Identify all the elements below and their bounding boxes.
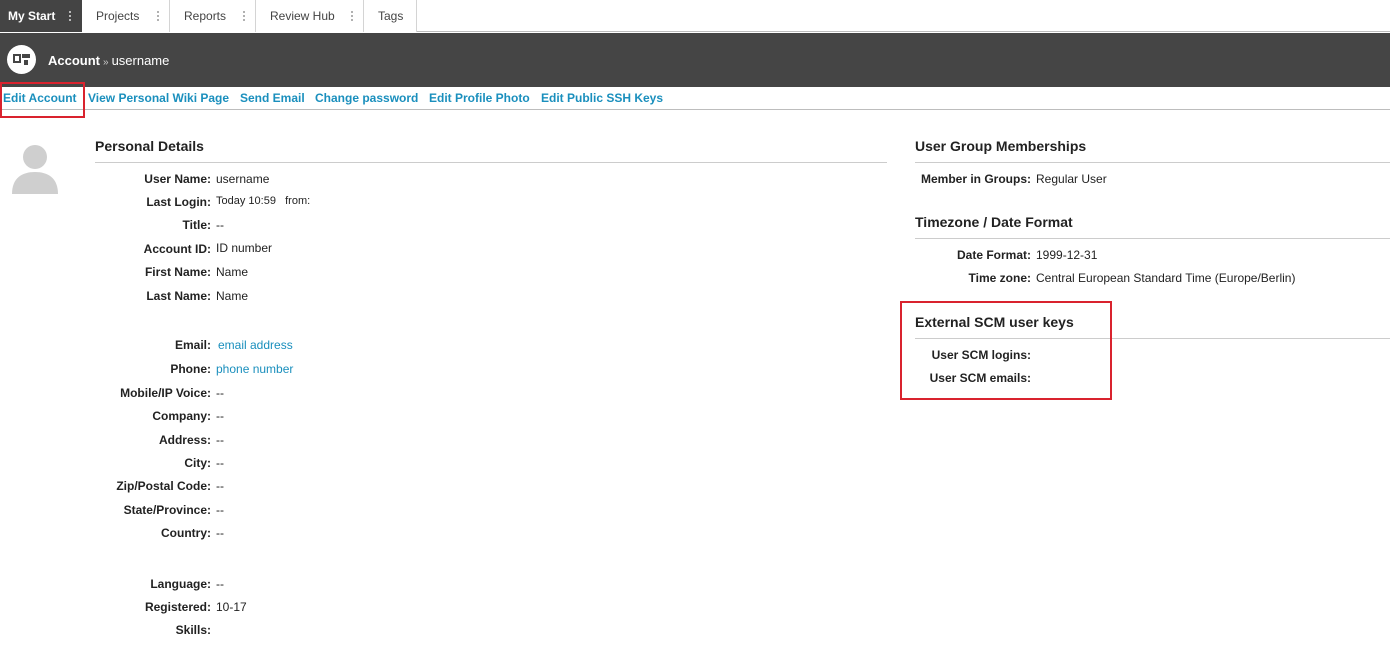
page-header: Account» username bbox=[0, 33, 1390, 87]
title-value: -- bbox=[216, 218, 224, 232]
language-label: Language: bbox=[150, 577, 211, 591]
app-logo-icon[interactable] bbox=[7, 45, 36, 74]
highlight-edit-account bbox=[0, 82, 85, 118]
first-name-label: First Name: bbox=[144, 265, 211, 279]
tab-projects[interactable]: Projects bbox=[82, 0, 170, 32]
country-value: -- bbox=[216, 526, 224, 540]
tab-reports[interactable]: Reports bbox=[170, 0, 256, 32]
kebab-menu-icon[interactable] bbox=[243, 11, 245, 21]
city-value: -- bbox=[216, 456, 224, 470]
member-groups-value: Regular User bbox=[1036, 172, 1107, 186]
account-action-bar: Edit Account View Personal Wiki Page Sen… bbox=[0, 87, 1390, 110]
zip-label: Zip/Postal Code: bbox=[116, 479, 211, 493]
highlight-scm-keys bbox=[900, 301, 1112, 400]
edit-profile-photo-link[interactable]: Edit Profile Photo bbox=[429, 91, 530, 105]
tab-label: Tags bbox=[378, 9, 404, 23]
registered-label: Registered: bbox=[144, 600, 211, 614]
divider bbox=[915, 162, 1390, 163]
breadcrumb-separator: » bbox=[103, 57, 109, 68]
title-label: Title: bbox=[182, 218, 211, 232]
skills-label: Skills: bbox=[175, 623, 211, 637]
time-zone-value: Central European Standard Time (Europe/B… bbox=[1036, 271, 1296, 285]
timezone-title: Timezone / Date Format bbox=[915, 214, 1073, 230]
divider bbox=[95, 162, 887, 163]
tab-label: Projects bbox=[96, 9, 140, 23]
zip-value: -- bbox=[216, 479, 224, 493]
user-name-value: username bbox=[216, 172, 270, 186]
last-name-label: Last Name: bbox=[146, 289, 211, 303]
registered-value: 10-17 bbox=[216, 600, 247, 614]
change-password-link[interactable]: Change password bbox=[315, 91, 418, 105]
account-id-label: Account ID: bbox=[143, 242, 211, 256]
breadcrumb-current: username bbox=[111, 53, 170, 68]
tab-my-start[interactable]: My Start bbox=[0, 0, 82, 32]
first-name-value: Name bbox=[216, 265, 249, 279]
divider bbox=[915, 238, 1390, 239]
kebab-menu-icon[interactable] bbox=[351, 11, 353, 21]
tab-review-hub[interactable]: Review Hub bbox=[256, 0, 364, 32]
date-format-label: Date Format: bbox=[956, 248, 1031, 262]
send-email-link[interactable]: Send Email bbox=[240, 91, 305, 105]
tab-tags[interactable]: Tags bbox=[364, 0, 417, 32]
country-label: Country: bbox=[161, 526, 211, 540]
top-tab-bar: My Start Projects Reports Review Hub Tag… bbox=[0, 0, 1390, 32]
phone-link[interactable]: phone number bbox=[216, 362, 293, 376]
phone-label: Phone: bbox=[170, 362, 211, 376]
personal-details-title: Personal Details bbox=[95, 138, 204, 154]
last-login-label: Last Login: bbox=[146, 195, 211, 209]
breadcrumb: Account» username bbox=[48, 53, 169, 68]
date-format-value: 1999-12-31 bbox=[1036, 248, 1098, 262]
kebab-menu-icon[interactable] bbox=[157, 11, 159, 21]
address-label: Address: bbox=[158, 433, 211, 447]
email-link[interactable]: email address bbox=[218, 338, 293, 352]
group-memberships-title: User Group Memberships bbox=[915, 138, 1087, 154]
tab-label: Review Hub bbox=[270, 9, 335, 23]
mobile-label: Mobile/IP Voice: bbox=[120, 386, 211, 400]
city-label: City: bbox=[184, 456, 211, 470]
language-value: -- bbox=[216, 577, 224, 591]
edit-ssh-keys-link[interactable]: Edit Public SSH Keys bbox=[541, 91, 663, 105]
account-id-value: ID number bbox=[216, 241, 273, 255]
member-groups-label: Member in Groups: bbox=[920, 172, 1031, 186]
user-name-label: User Name: bbox=[144, 172, 211, 186]
email-label: Email: bbox=[174, 338, 211, 352]
time-zone-label: Time zone: bbox=[968, 271, 1031, 285]
last-login-value: Today 10:59 from: bbox=[216, 195, 311, 207]
default-avatar-icon bbox=[12, 145, 58, 194]
state-label: State/Province: bbox=[123, 503, 211, 517]
kebab-menu-icon[interactable] bbox=[69, 11, 71, 21]
tab-label: Reports bbox=[184, 9, 227, 23]
company-value: -- bbox=[216, 409, 224, 423]
view-personal-wiki-link[interactable]: View Personal Wiki Page bbox=[88, 91, 229, 105]
breadcrumb-account[interactable]: Account bbox=[48, 53, 100, 68]
state-value: -- bbox=[216, 503, 224, 517]
tab-label: My Start bbox=[8, 9, 56, 23]
last-name-value: Name bbox=[216, 289, 249, 303]
company-label: Company: bbox=[152, 409, 211, 423]
address-value: -- bbox=[216, 433, 224, 447]
mobile-value: -- bbox=[216, 386, 224, 400]
